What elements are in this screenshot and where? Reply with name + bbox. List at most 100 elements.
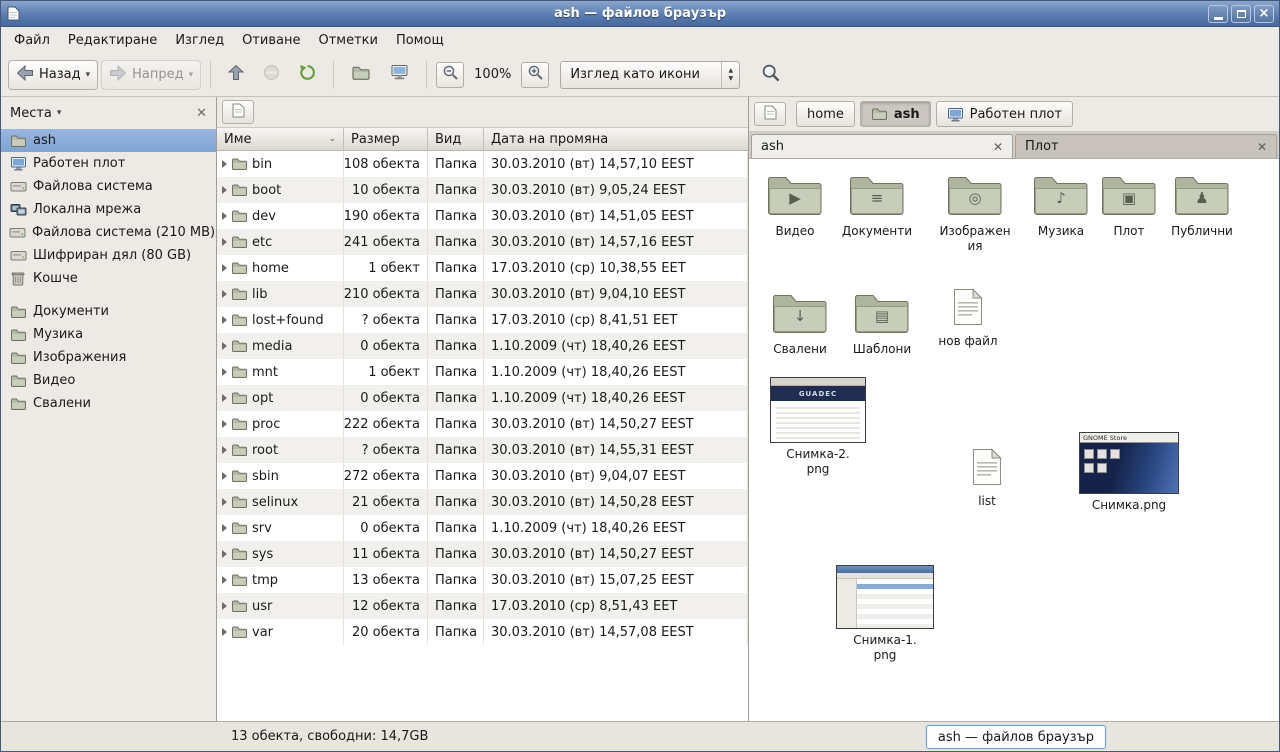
computer-button[interactable]	[382, 60, 417, 90]
view-mode-select[interactable]: Изглед като икони ▲▼	[560, 61, 740, 89]
tab-0[interactable]: ash✕	[751, 134, 1013, 158]
table-row[interactable]: opt0 обектаПапка1.10.2009 (чт) 18,40,26 …	[217, 385, 748, 411]
sidebar-item-6[interactable]: Кошче	[1, 267, 216, 290]
expander-icon[interactable]	[222, 368, 227, 376]
icon-canvas[interactable]: ▶Видео≡Документи◎Изображен ия♪Музика▣Пло…	[749, 159, 1279, 721]
expander-icon[interactable]	[222, 264, 227, 272]
expander-icon[interactable]	[222, 550, 227, 558]
taskbar-window-button[interactable]: ash — файлов браузър	[926, 725, 1106, 749]
zoom-out-button[interactable]	[436, 62, 464, 88]
forward-button[interactable]: Напред ▾	[101, 60, 201, 90]
menu-item-3[interactable]: Отиване	[233, 29, 309, 52]
table-row[interactable]: boot10 обектаПапка30.03.2010 (вт) 9,05,2…	[217, 177, 748, 203]
reload-button[interactable]	[291, 60, 324, 90]
pathbar-button-0[interactable]: home	[796, 101, 855, 127]
table-row[interactable]: bin108 обектаПапка30.03.2010 (вт) 14,57,…	[217, 151, 748, 177]
expander-icon[interactable]	[222, 342, 227, 350]
table-row[interactable]: root? обектаПапка30.03.2010 (вт) 14,55,3…	[217, 437, 748, 463]
icon-item-10[interactable]: list	[941, 448, 1033, 509]
table-row[interactable]: var20 обектаПапка30.03.2010 (вт) 14,57,0…	[217, 619, 748, 645]
tab-1[interactable]: Плот✕	[1015, 134, 1277, 158]
table-row[interactable]: etc241 обектаПапка30.03.2010 (вт) 14,57,…	[217, 229, 748, 255]
back-button[interactable]: Назад ▾	[8, 60, 98, 90]
table-row[interactable]: tmp13 обектаПапка30.03.2010 (вт) 15,07,2…	[217, 567, 748, 593]
icon-item-0[interactable]: ▶Видео	[749, 172, 841, 239]
icon-item-1[interactable]: ≡Документи	[831, 172, 923, 239]
pathbar-button-2[interactable]: Работен плот	[936, 101, 1073, 127]
spinner-arrows-icon[interactable]: ▲▼	[721, 62, 739, 88]
expander-icon[interactable]	[222, 446, 227, 454]
table-row[interactable]: media0 обектаПапка1.10.2009 (чт) 18,40,2…	[217, 333, 748, 359]
column-header-type[interactable]: Вид	[428, 128, 484, 150]
sidebar-item-4[interactable]: Файлова система (210 MB)	[1, 221, 216, 244]
search-button[interactable]	[753, 60, 789, 90]
sidebar-item-10[interactable]: Изображения	[1, 346, 216, 369]
icon-item-7[interactable]: ▤Шаблони	[836, 290, 928, 357]
sidebar-item-0[interactable]: ash	[1, 129, 216, 152]
sidebar-item-12[interactable]: Свалени	[1, 392, 216, 415]
menu-item-2[interactable]: Изглед	[166, 29, 233, 52]
expander-icon[interactable]	[222, 290, 227, 298]
icon-item-12[interactable]: Снимка-1. png	[835, 565, 935, 663]
expander-icon[interactable]	[222, 238, 227, 246]
pane-location-button[interactable]	[754, 102, 786, 126]
table-row[interactable]: selinux21 обектаПапка30.03.2010 (вт) 14,…	[217, 489, 748, 515]
sidebar-item-5[interactable]: Шифриран дял (80 GB)	[1, 244, 216, 267]
expander-icon[interactable]	[222, 420, 227, 428]
sidebar-close-icon[interactable]: ✕	[196, 106, 207, 121]
table-row[interactable]: lost+found? обектаПапка17.03.2010 (ср) 8…	[217, 307, 748, 333]
pathbar-button-1[interactable]: ash	[860, 101, 931, 127]
column-header-name[interactable]: Име⌄	[217, 128, 344, 150]
expander-icon[interactable]	[222, 524, 227, 532]
sidebar-item-3[interactable]: Локална мрежа	[1, 198, 216, 221]
expander-icon[interactable]	[222, 498, 227, 506]
expander-icon[interactable]	[222, 602, 227, 610]
expander-icon[interactable]	[222, 186, 227, 194]
home-button[interactable]	[343, 60, 379, 90]
sidebar-item-1[interactable]: Работен плот	[1, 152, 216, 175]
places-selector[interactable]: Места ▾	[10, 106, 61, 121]
column-header-date[interactable]: Дата на промяна	[484, 128, 748, 150]
zoom-in-button[interactable]	[521, 62, 549, 88]
expander-icon[interactable]	[222, 160, 227, 168]
menu-item-1[interactable]: Редактиране	[59, 29, 166, 52]
sidebar-item-11[interactable]: Видео	[1, 369, 216, 392]
expander-icon[interactable]	[222, 628, 227, 636]
expander-icon[interactable]	[222, 472, 227, 480]
table-row[interactable]: srv0 обектаПапка1.10.2009 (чт) 18,40,26 …	[217, 515, 748, 541]
table-row[interactable]: mnt1 обектПапка1.10.2009 (чт) 18,40,26 E…	[217, 359, 748, 385]
table-row[interactable]: lib210 обектаПапка30.03.2010 (вт) 9,04,1…	[217, 281, 748, 307]
table-row[interactable]: home1 обектПапка17.03.2010 (ср) 10,38,55…	[217, 255, 748, 281]
expander-icon[interactable]	[222, 394, 227, 402]
icon-item-8[interactable]: нов файл	[922, 288, 1014, 349]
icon-item-5[interactable]: ♟Публични	[1156, 172, 1248, 239]
menu-item-5[interactable]: Помощ	[387, 29, 453, 52]
menu-item-4[interactable]: Отметки	[309, 29, 386, 52]
close-tab-icon[interactable]: ✕	[1257, 141, 1267, 153]
table-row[interactable]: dev190 обектаПапка30.03.2010 (вт) 14,51,…	[217, 203, 748, 229]
menu-item-0[interactable]: Файл	[5, 29, 59, 52]
icon-item-11[interactable]: GNOME StoreСнимка.png	[1079, 432, 1179, 513]
expander-icon[interactable]	[222, 212, 227, 220]
up-button[interactable]	[220, 60, 252, 90]
column-header-size[interactable]: Размер	[344, 128, 428, 150]
table-row[interactable]: usr12 обектаПапка17.03.2010 (ср) 8,51,43…	[217, 593, 748, 619]
sidebar-item-9[interactable]: Музика	[1, 323, 216, 346]
icon-item-2[interactable]: ◎Изображен ия	[929, 172, 1021, 254]
icon-item-6[interactable]: ↓Свалени	[754, 290, 846, 357]
titlebar[interactable]: ash — файлов браузър ×	[1, 1, 1279, 27]
sidebar-item-2[interactable]: Файлова система	[1, 175, 216, 198]
close-button[interactable]: ×	[1254, 5, 1274, 23]
sidebar-item-8[interactable]: Документи	[1, 300, 216, 323]
back-history-dropdown-icon[interactable]: ▾	[86, 70, 91, 80]
pane-location-button[interactable]	[222, 100, 254, 124]
close-tab-icon[interactable]: ✕	[993, 141, 1003, 153]
minimize-button[interactable]	[1208, 5, 1228, 23]
maximize-button[interactable]	[1231, 5, 1251, 23]
table-row[interactable]: sbin272 обектаПапка30.03.2010 (вт) 9,04,…	[217, 463, 748, 489]
icon-item-9[interactable]: GUADECСнимка-2. png	[768, 377, 868, 477]
table-row[interactable]: sys11 обектаПапка30.03.2010 (вт) 14,50,2…	[217, 541, 748, 567]
stop-button[interactable]	[255, 60, 288, 90]
expander-icon[interactable]	[222, 316, 227, 324]
table-row[interactable]: proc222 обектаПапка30.03.2010 (вт) 14,50…	[217, 411, 748, 437]
